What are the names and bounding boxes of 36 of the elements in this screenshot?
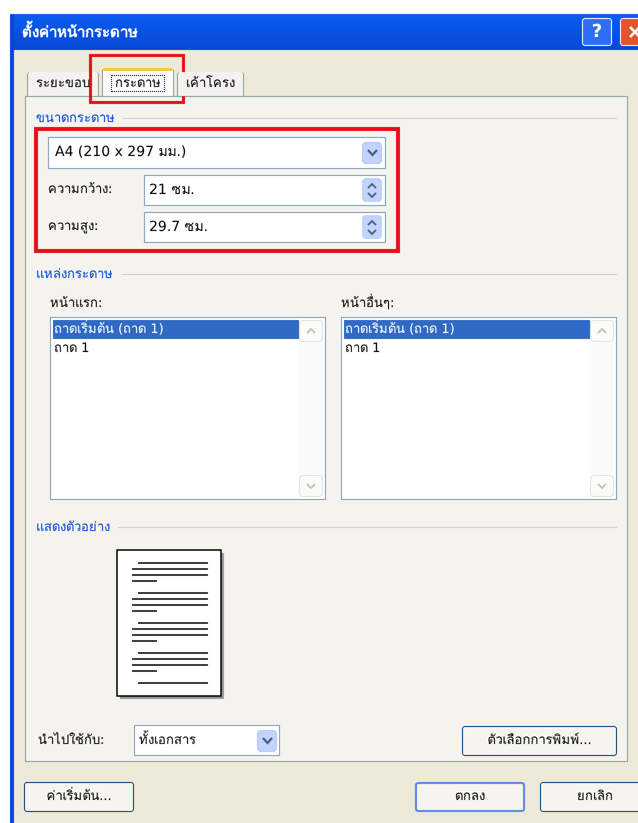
list-item[interactable]: ถาด 1 [344,338,590,358]
tray-listbox[interactable]: ถาดเริ่มต้น (ถาด 1) ถาด 1 [50,316,326,500]
list-label: หน้าอื่นๆ: [341,294,617,314]
scrollbar[interactable] [299,320,323,496]
section-heading: แหล่งกระดาษ [36,266,113,284]
print-options-button[interactable]: ตัวเลือกการพิมพ์... [462,726,617,756]
tab[interactable]: กระดาษ [102,68,174,96]
measure-spin-field[interactable]: 21 ซม. [144,174,386,206]
section-heading: ขนาดกระดาษ [36,110,115,128]
tab[interactable]: ระยะขอบ [27,72,99,96]
close-icon [628,25,638,39]
scroll-down-icon[interactable] [590,474,614,496]
dialog-button[interactable]: ค่าเริ่มต้น... [24,782,134,812]
scroll-up-icon[interactable] [299,320,323,342]
tab[interactable]: เค้าโครง [177,72,244,96]
window-title: ตั้งค่าหน้ากระดาษ [22,20,139,43]
field-label: นำไปใช้กับ: [38,731,106,750]
list-item[interactable]: ถาดเริ่มต้น (ถาด 1) [53,320,299,338]
list-item[interactable]: ถาด 1 [53,338,299,358]
scroll-up-icon[interactable] [590,320,614,342]
help-button[interactable]: ? [582,18,612,46]
apply-to-select[interactable]: ทั้งเอกสาร [134,725,280,756]
list-item[interactable]: ถาดเริ่มต้น (ถาด 1) [344,320,590,338]
measure-spin-field[interactable]: 29.7 ซม. [144,212,386,242]
field-label: ความกว้าง: [48,181,114,200]
section-heading: แสดงตัวอย่าง [36,518,110,536]
dialog-button[interactable]: ตกลง [415,782,525,812]
scrollbar[interactable] [590,320,614,496]
scroll-down-icon[interactable] [299,474,323,496]
spin-buttons-icon[interactable] [362,178,382,202]
paper-size-select[interactable]: A4 (210 x 297 มม.) [48,136,386,168]
list-label: หน้าแรก: [50,295,104,313]
field-label: ความสูง: [48,218,100,236]
spin-buttons-icon[interactable] [362,215,382,239]
dialog-button[interactable]: ยกเลิก [540,782,638,812]
tray-listbox[interactable]: ถาดเริ่มต้น (ถาด 1) ถาด 1 [341,316,617,500]
